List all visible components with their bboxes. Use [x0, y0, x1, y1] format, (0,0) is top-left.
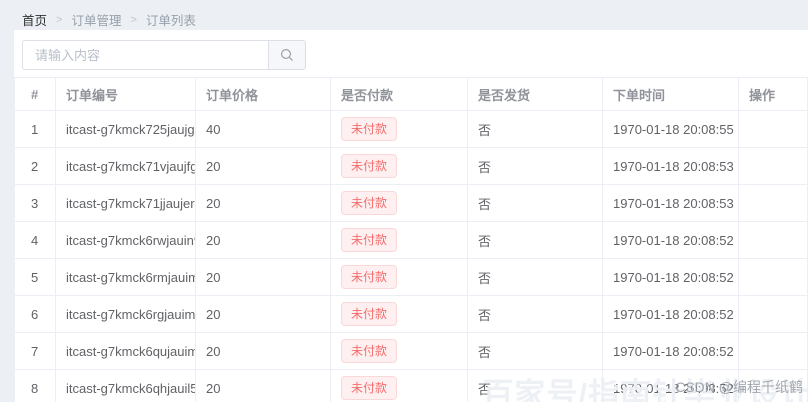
cell-price: 20 — [196, 259, 331, 296]
breadcrumb-item-order-list: 订单列表 — [146, 10, 196, 29]
cell-time: 1970-01-18 20:08:52 — [603, 222, 739, 259]
table-row: 1 itcast-g7kmck725jaujgdts 40 未付款 否 1970… — [15, 111, 808, 148]
cell-price: 20 — [196, 370, 331, 402]
cell-shipped: 否 — [468, 185, 603, 222]
cell-order-no: itcast-g7kmck6rgjauimnw4 — [56, 296, 196, 333]
cell-time: 1970-01-18 20:08:52 — [603, 296, 739, 333]
cell-actions — [739, 259, 808, 296]
search-bar — [14, 30, 808, 77]
cell-index: 5 — [15, 259, 56, 296]
table-row: 3 itcast-g7kmck71jjaujer6a 20 未付款 否 1970… — [15, 185, 808, 222]
cell-time: 1970-01-18 20:08:52 — [603, 370, 739, 402]
unpaid-status-badge: 未付款 — [341, 191, 397, 215]
cell-order-no: itcast-g7kmck725jaujgdts — [56, 111, 196, 148]
cell-actions — [739, 185, 808, 222]
unpaid-status-badge: 未付款 — [341, 376, 397, 400]
cell-order-no: itcast-g7kmck71jjaujer6a — [56, 185, 196, 222]
column-header-shipped: 是否发货 — [468, 78, 603, 111]
search-button[interactable] — [268, 40, 306, 70]
order-table: # 订单编号 订单价格 是否付款 是否发货 下单时间 操作 1 itcast-g… — [14, 77, 808, 402]
cell-shipped: 否 — [468, 111, 603, 148]
order-table-body: 1 itcast-g7kmck725jaujgdts 40 未付款 否 1970… — [15, 111, 808, 402]
cell-shipped: 否 — [468, 148, 603, 185]
column-header-pay-status: 是否付款 — [331, 78, 468, 111]
cell-price: 20 — [196, 222, 331, 259]
cell-pay-status: 未付款 — [331, 111, 468, 148]
cell-shipped: 否 — [468, 333, 603, 370]
cell-pay-status: 未付款 — [331, 296, 468, 333]
order-table-header: # 订单编号 订单价格 是否付款 是否发货 下单时间 操作 — [15, 78, 808, 111]
cell-index: 1 — [15, 111, 56, 148]
column-header-actions: 操作 — [739, 78, 808, 111]
cell-shipped: 否 — [468, 296, 603, 333]
table-row: 5 itcast-g7kmck6rmjauimx8v 20 未付款 否 1970… — [15, 259, 808, 296]
search-input[interactable] — [22, 40, 268, 70]
cell-order-no: itcast-g7kmck6qujauim7bv — [56, 333, 196, 370]
unpaid-status-badge: 未付款 — [341, 339, 397, 363]
cell-price: 20 — [196, 148, 331, 185]
cell-time: 1970-01-18 20:08:52 — [603, 333, 739, 370]
cell-time: 1970-01-18 20:08:53 — [603, 185, 739, 222]
table-row: 6 itcast-g7kmck6rgjauimnw4 20 未付款 否 1970… — [15, 296, 808, 333]
cell-actions — [739, 222, 808, 259]
cell-pay-status: 未付款 — [331, 259, 468, 296]
cell-actions — [739, 148, 808, 185]
breadcrumb-separator-icon: > — [130, 14, 136, 26]
column-header-index: # — [15, 78, 56, 111]
cell-actions — [739, 333, 808, 370]
cell-actions — [739, 111, 808, 148]
unpaid-status-badge: 未付款 — [341, 154, 397, 178]
column-header-order-no: 订单编号 — [56, 78, 196, 111]
table-row: 2 itcast-g7kmck71vjaujfgoi 20 未付款 否 1970… — [15, 148, 808, 185]
order-list-card: # 订单编号 订单价格 是否付款 是否发货 下单时间 操作 1 itcast-g… — [14, 30, 808, 402]
cell-time: 1970-01-18 20:08:53 — [603, 148, 739, 185]
cell-pay-status: 未付款 — [331, 185, 468, 222]
cell-price: 20 — [196, 333, 331, 370]
cell-order-no: itcast-g7kmck6rmjauimx8v — [56, 259, 196, 296]
cell-time: 1970-01-18 20:08:52 — [603, 259, 739, 296]
unpaid-status-badge: 未付款 — [341, 265, 397, 289]
cell-price: 20 — [196, 185, 331, 222]
column-header-time: 下单时间 — [603, 78, 739, 111]
magnifier-icon — [280, 48, 294, 62]
cell-time: 1970-01-18 20:08:55 — [603, 111, 739, 148]
cell-pay-status: 未付款 — [331, 222, 468, 259]
cell-order-no: itcast-g7kmck71vjaujfgoi — [56, 148, 196, 185]
cell-shipped: 否 — [468, 222, 603, 259]
cell-pay-status: 未付款 — [331, 333, 468, 370]
table-row: 7 itcast-g7kmck6qujauim7bv 20 未付款 否 1970… — [15, 333, 808, 370]
cell-price: 20 — [196, 296, 331, 333]
cell-actions — [739, 370, 808, 402]
breadcrumb: 首页 > 订单管理 > 订单列表 — [0, 0, 808, 30]
cell-price: 40 — [196, 111, 331, 148]
cell-order-no: itcast-g7kmck6rwjauin92y — [56, 222, 196, 259]
breadcrumb-separator-icon: > — [56, 14, 62, 26]
cell-index: 2 — [15, 148, 56, 185]
cell-index: 8 — [15, 370, 56, 402]
cell-pay-status: 未付款 — [331, 370, 468, 402]
unpaid-status-badge: 未付款 — [341, 302, 397, 326]
cell-order-no: itcast-g7kmck6qhjauil5g2 — [56, 370, 196, 402]
cell-actions — [739, 296, 808, 333]
table-row: 4 itcast-g7kmck6rwjauin92y 20 未付款 否 1970… — [15, 222, 808, 259]
cell-index: 3 — [15, 185, 56, 222]
cell-shipped: 否 — [468, 259, 603, 296]
column-header-price: 订单价格 — [196, 78, 331, 111]
cell-index: 4 — [15, 222, 56, 259]
breadcrumb-item-home[interactable]: 首页 — [22, 10, 47, 29]
cell-index: 7 — [15, 333, 56, 370]
cell-index: 6 — [15, 296, 56, 333]
unpaid-status-badge: 未付款 — [341, 117, 397, 141]
cell-shipped: 否 — [468, 370, 603, 402]
table-row: 8 itcast-g7kmck6qhjauil5g2 20 未付款 否 1970… — [15, 370, 808, 402]
breadcrumb-item-order-management[interactable]: 订单管理 — [71, 10, 121, 29]
cell-pay-status: 未付款 — [331, 148, 468, 185]
unpaid-status-badge: 未付款 — [341, 228, 397, 252]
